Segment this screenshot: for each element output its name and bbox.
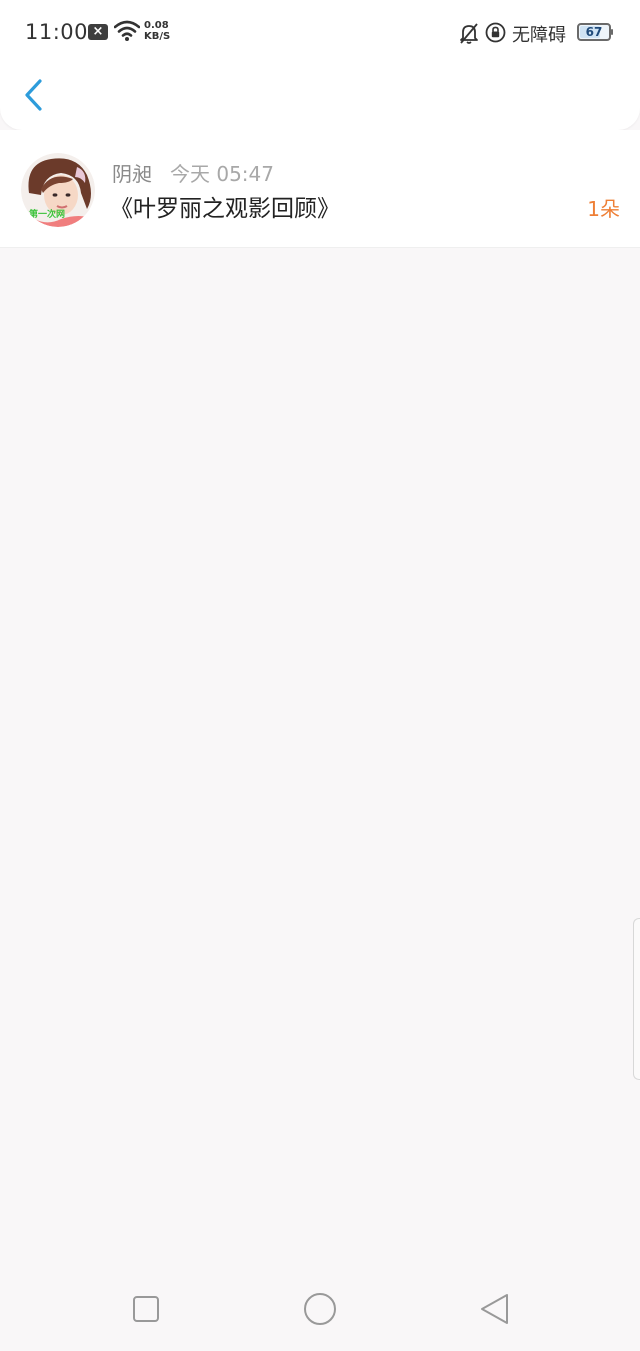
chevron-left-icon[interactable] [18,76,52,114]
avatar-watermark: 第一次网 [29,210,66,220]
list-item[interactable]: 第一次网 阴昶 今天 05:47 《叶罗丽之观影回顾》 1朵 [0,130,640,248]
system-nav-bar [0,1266,640,1351]
circle-icon[interactable] [300,1288,340,1328]
network-speed-unit: KB/S [144,31,171,42]
battery-level: 67 [585,25,603,39]
message-list: 第一次网 阴昶 今天 05:47 《叶罗丽之观影回顾》 1朵 [0,130,640,248]
bell-muted-icon [460,23,478,44]
accessibility-label: 无障碍 [512,25,566,46]
status-bar: 11:00 × 0.08 KB/S 无障碍 67 [0,0,640,66]
work-title[interactable]: 《叶罗丽之观影回顾》 [110,189,340,223]
sender-name: 阴昶 [112,162,152,186]
top-bar: 11:00 × 0.08 KB/S 无障碍 67 [0,0,640,130]
wifi-icon [114,20,140,41]
battery-icon: 67 [577,23,611,41]
message-time: 今天 05:47 [170,162,274,186]
battery-tip [611,29,613,35]
edge-panel-handle[interactable] [633,918,640,1080]
network-speed: 0.08 KB/S [144,20,174,42]
status-time: 11:00 [25,20,89,44]
network-speed-value: 0.08 [144,20,169,31]
triangle-back-icon[interactable] [474,1288,514,1328]
screen: 11:00 × 0.08 KB/S 无障碍 67 第一次网 阴昶 今天 05:4… [0,0,640,1351]
square-icon[interactable] [126,1288,166,1328]
rotation-lock-icon [485,22,506,43]
close-box-icon: × [88,24,108,40]
avatar[interactable]: 第一次网 [21,153,95,227]
flower-count: 1朵 [587,197,620,221]
